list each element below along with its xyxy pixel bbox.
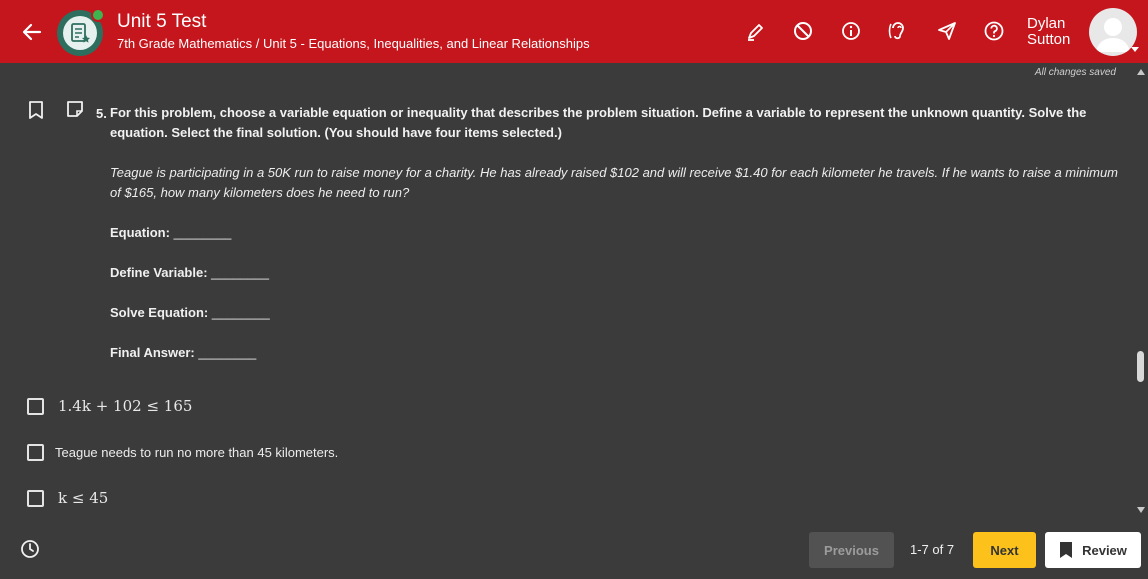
- next-button[interactable]: Next: [973, 532, 1036, 568]
- eliminate-icon[interactable]: [792, 20, 814, 42]
- highlighter-icon[interactable]: [745, 20, 767, 42]
- review-label: Review: [1082, 542, 1127, 558]
- scrollbar[interactable]: [1136, 63, 1148, 516]
- user-placeholder-icon: [1096, 18, 1130, 52]
- answer-option-label: 1.4k + 102 ≤ 165: [58, 397, 193, 415]
- question-number: 5.: [96, 106, 107, 121]
- scrollbar-thumb[interactable]: [1137, 351, 1144, 382]
- field-equation: Equation: ________: [110, 225, 232, 240]
- scroll-down-icon[interactable]: [1137, 507, 1145, 513]
- info-icon[interactable]: [840, 20, 862, 42]
- user-name: Dylan Sutton: [1027, 15, 1071, 48]
- answer-option-label: k ≤ 45: [58, 489, 109, 507]
- answer-checkbox[interactable]: [27, 397, 44, 415]
- note-icon[interactable]: [66, 100, 84, 118]
- question-scenario: Teague is participating in a 50K run to …: [110, 165, 1119, 200]
- page-count: 1-7 of 7: [910, 542, 955, 557]
- answer-option[interactable]: 1.4k + 102 ≤ 165: [27, 396, 192, 416]
- field-final-answer: Final Answer: ________: [110, 345, 257, 360]
- checklist-icon: [71, 23, 90, 43]
- clock-icon[interactable]: [20, 539, 40, 559]
- scroll-up-icon[interactable]: [1137, 69, 1145, 75]
- top-bar: Unit 5 Test 7th Grade Mathematics / Unit…: [0, 0, 1148, 63]
- help-icon[interactable]: [983, 20, 1005, 42]
- answer-option[interactable]: k ≤ 45: [27, 488, 108, 508]
- app-logo: [57, 8, 105, 56]
- answer-checkbox[interactable]: [27, 443, 44, 461]
- review-button[interactable]: Review: [1045, 532, 1141, 568]
- text-to-speech-icon[interactable]: [888, 20, 910, 42]
- field-define-variable: Define Variable: ________: [110, 265, 270, 280]
- test-title: Unit 5 Test: [117, 11, 207, 32]
- avatar[interactable]: [1089, 8, 1137, 56]
- field-solve-equation: Solve Equation: ________: [110, 305, 270, 320]
- answer-option-label: Teague needs to run no more than 45 kilo…: [55, 444, 339, 460]
- previous-button[interactable]: Previous: [809, 532, 894, 568]
- save-status: All changes saved: [1034, 67, 1116, 78]
- answer-checkbox[interactable]: [27, 489, 44, 507]
- question-prompt: For this problem, choose a variable equa…: [110, 105, 1087, 140]
- bookmark-filled-icon: [1060, 542, 1073, 558]
- chevron-down-icon[interactable]: [1131, 47, 1139, 52]
- answer-option[interactable]: Teague needs to run no more than 45 kilo…: [27, 442, 338, 462]
- send-icon[interactable]: [936, 20, 958, 42]
- bookmark-icon[interactable]: [28, 101, 44, 119]
- completed-check-icon: [91, 8, 105, 22]
- back-arrow-icon[interactable]: [20, 20, 44, 44]
- breadcrumb: 7th Grade Mathematics / Unit 5 - Equatio…: [117, 36, 590, 51]
